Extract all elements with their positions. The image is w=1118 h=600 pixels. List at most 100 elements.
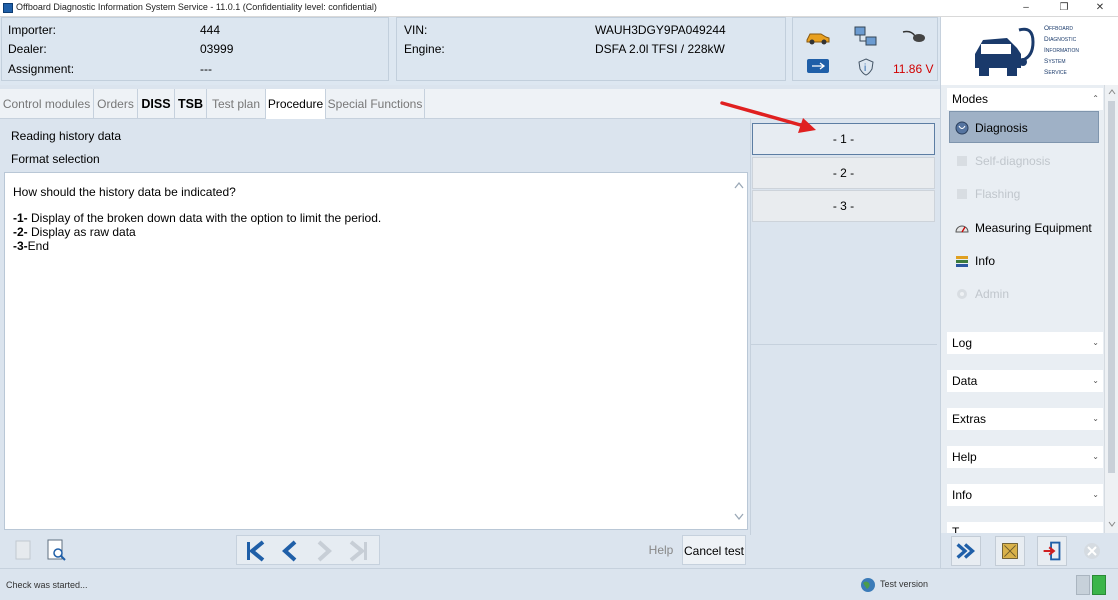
tab-control-modules[interactable]: Control modules [0,89,94,119]
logo-line: Offboard [1044,25,1073,32]
car-stethoscope-logo-icon [975,27,1035,76]
mode-label: Flashing [975,187,1021,201]
mode-admin[interactable]: Admin [949,277,1099,309]
modes-section-header[interactable]: Modes ⌃ [947,88,1103,110]
section-label: T [952,525,960,533]
first-step-icon[interactable] [241,536,271,566]
self-diagnosis-icon [957,156,967,166]
navigation-group [236,535,380,565]
scroll-down-icon[interactable] [1108,521,1116,527]
data-section-header[interactable]: Data ⌄ [947,370,1103,392]
mode-flashing[interactable]: Flashing [949,177,1099,209]
mode-diagnosis[interactable]: Diagnosis [949,111,1099,143]
mode-measuring-equipment[interactable]: Measuring Equipment [949,211,1099,243]
tab-procedure[interactable]: Procedure [266,89,326,119]
previous-step-icon[interactable] [275,536,305,566]
option-key: -2- [13,225,28,239]
assignment-label: Assignment: [8,62,75,76]
right-sidebar: Modes ⌃ Diagnosis Self-diagnosis Flashin… [940,85,1118,533]
extras-section-header[interactable]: Extras ⌄ [947,408,1103,430]
procedure-text-area[interactable]: How should the history data be indicated… [4,172,748,530]
cancel-test-button[interactable]: Cancel test [682,535,746,565]
importer-label: Importer: [8,23,57,37]
answer-panel: - 1 - - 2 - - 3 - [750,119,937,535]
expand-icon[interactable]: ⌄ [1092,332,1099,354]
status-message: Check was started... [6,580,88,590]
section-label: Log [952,336,973,350]
importer-value: 444 [200,23,221,37]
scroll-up-icon[interactable] [1108,89,1116,95]
odis-logo: Offboard Diagnostic Information System S… [940,17,1118,85]
mode-label: Measuring Equipment [975,221,1092,235]
answer-button-3[interactable]: - 3 - [752,190,935,222]
mode-self-diagnosis[interactable]: Self-diagnosis [949,144,1099,176]
engine-value: DSFA 2.0l TFSI / 228kW [595,42,725,56]
gear-icon [957,289,967,299]
info-section-header[interactable]: Info ⌄ [947,484,1103,506]
battery-voltage: 11.86 V [893,62,934,76]
vehicle-connection-icon[interactable] [805,28,831,46]
tab-diss[interactable]: DISS [138,89,175,119]
section-label: Info [952,488,973,502]
dealer-info-box: Importer: 444 Dealer: 03999 Assignment: … [1,17,389,81]
scrollbar-thumb[interactable] [1108,101,1115,473]
books-icon [956,256,968,267]
security-icon[interactable]: i [857,58,875,76]
option-key: -3- [13,239,28,253]
vin-label: VIN: [404,23,428,37]
version-label: Test version [880,579,929,589]
gauge-icon [955,225,969,233]
scroll-down-icon[interactable] [734,513,744,521]
collapse-icon[interactable]: ⌃ [1092,88,1099,110]
procedure-subtitle: Format selection [11,152,100,166]
exit-icon[interactable] [1037,536,1067,566]
expand-icon[interactable]: ⌄ [1092,484,1099,506]
next-step-icon[interactable] [309,536,339,566]
t-section-header[interactable]: T [947,522,1103,533]
log-section-header[interactable]: Log ⌄ [947,332,1103,354]
svg-text:i: i [864,63,866,74]
status-indicator [1076,575,1090,595]
vin-value: WAUH3DGY9PA049244 [595,23,726,37]
screenshot-icon[interactable] [995,536,1025,566]
expand-icon[interactable]: ⌄ [1092,446,1099,468]
close-window-button[interactable]: ✕ [1082,0,1118,16]
section-label: Extras [952,412,987,426]
option-text: Display as raw data [27,225,136,239]
mode-label: Admin [975,287,1010,301]
tab-orders[interactable]: Orders [94,89,138,119]
help-button[interactable]: Help [640,535,682,565]
assignment-value: --- [200,62,212,76]
document-search-icon[interactable] [41,535,71,565]
network-icon[interactable] [853,25,879,49]
forward-icon[interactable] [951,536,981,566]
procedure-question: How should the history data be indicated… [13,185,236,199]
expand-icon[interactable]: ⌄ [1092,370,1099,392]
answer-divider [751,344,937,345]
print-icon[interactable] [8,535,38,565]
vci-cable-icon[interactable] [901,28,927,46]
last-step-icon[interactable] [343,536,373,566]
bottom-toolbar: Help Cancel test [0,533,748,566]
scroll-up-icon[interactable] [734,181,744,189]
mode-info[interactable]: Info [949,244,1099,276]
tab-tsb[interactable]: TSB [175,89,207,119]
logo-line: Diagnostic [1044,36,1077,43]
logo-text: Offboard Diagnostic Information System S… [1044,23,1079,78]
section-label: Data [952,374,978,388]
title-bar: Offboard Diagnostic Information System S… [0,0,1118,17]
expand-icon[interactable]: ⌄ [1092,408,1099,430]
tab-special-functions[interactable]: Special Functions [326,89,425,119]
minimize-button[interactable]: – [1008,0,1044,16]
sidebar-scrollbar[interactable] [1104,85,1118,533]
globe-icon [861,578,875,592]
answer-button-2[interactable]: - 2 - [752,157,935,189]
stop-icon[interactable] [1077,536,1107,566]
tab-test-plan[interactable]: Test plan [207,89,266,119]
restore-button[interactable]: ❐ [1046,0,1082,16]
engine-label: Engine: [404,42,445,56]
help-section-header[interactable]: Help ⌄ [947,446,1103,468]
red-arrow-annotation [720,101,816,133]
mode-label: Self-diagnosis [975,154,1051,168]
usb-icon[interactable] [806,58,830,74]
